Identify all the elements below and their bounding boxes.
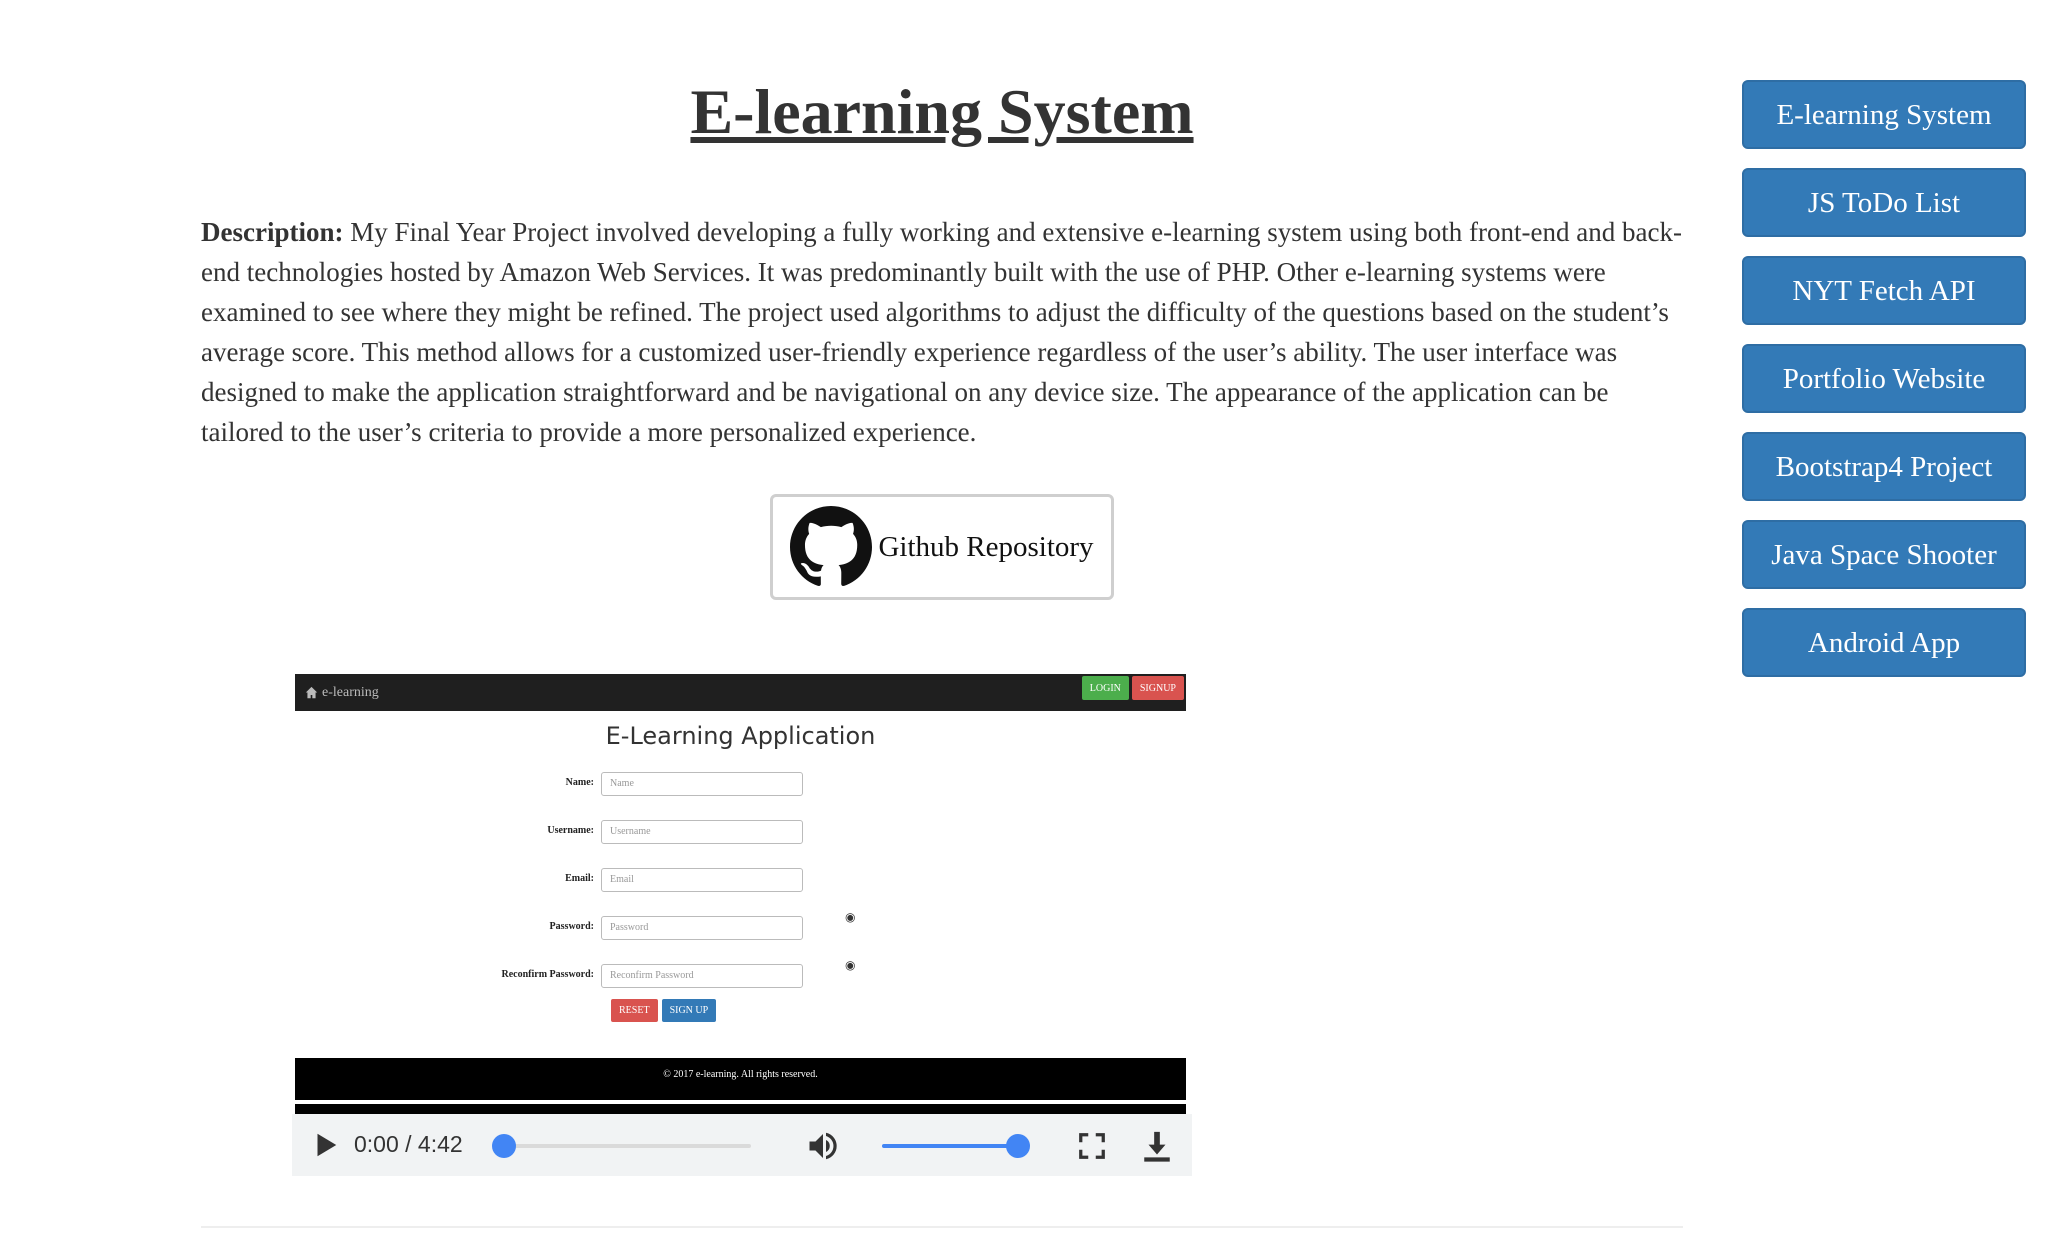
sidebar-item-android-app[interactable]: Android App <box>1742 608 2026 677</box>
form-row-reconfirm-password: Reconfirm Password: Reconfirm Password ◉ <box>295 958 1186 988</box>
github-button-label: Github Repository <box>878 530 1094 563</box>
app-title: E-Learning Application <box>605 722 876 750</box>
volume-thumb[interactable] <box>1006 1134 1030 1158</box>
app-brand-label: e-learning <box>322 684 379 700</box>
video-time: 0:00 / 4:42 <box>354 1131 463 1157</box>
eye-icon: ◉ <box>845 958 856 972</box>
form-row-name: Name: Name <box>295 772 1186 796</box>
description-label: Description: <box>201 217 344 247</box>
sidebar-item-portfolio-website[interactable]: Portfolio Website <box>1742 344 2026 413</box>
form-input-reconfirm-password: Reconfirm Password <box>601 964 803 988</box>
volume-icon[interactable] <box>804 1128 842 1164</box>
app-navbar: e-learning LOGIN SIGNUP <box>295 674 1186 711</box>
app-footer: © 2017 e-learning. All rights reserved. <box>295 1058 1186 1100</box>
video-progress-bar[interactable] <box>492 1134 751 1158</box>
sidebar-item-e-learning-system[interactable]: E-learning System <box>1742 80 2026 149</box>
sidebar-item-js-todo-list[interactable]: JS ToDo List <box>1742 168 2026 237</box>
section-divider <box>201 1226 1683 1228</box>
form-input-name: Name <box>601 772 803 796</box>
fullscreen-icon[interactable] <box>1077 1131 1107 1161</box>
form-label: Username: <box>547 825 594 836</box>
video-controls: 0:00 / 4:42 <box>292 1114 1192 1176</box>
form-input-username: Username <box>601 820 803 844</box>
github-repository-button[interactable]: Github Repository <box>770 494 1114 600</box>
github-button-wrap: Github Repository <box>201 494 1683 600</box>
page-title: E-learning System <box>690 76 1194 147</box>
play-icon[interactable] <box>310 1130 340 1160</box>
app-signup-button: SIGNUP <box>1131 676 1184 700</box>
app-brand: e-learning <box>305 685 379 701</box>
github-icon <box>790 506 873 586</box>
app-nav-buttons: LOGIN SIGNUP <box>1081 676 1184 700</box>
form-label: Password: <box>549 921 594 932</box>
form-buttons: RESET SIGN UP <box>611 999 717 1022</box>
video-frame: e-learning LOGIN SIGNUP E-Learning Appli… <box>295 674 1186 1114</box>
app-signup-submit-button: SIGN UP <box>661 999 717 1022</box>
form-input-password: Password <box>601 916 803 940</box>
form-label: Email: <box>565 873 594 884</box>
form-input-email: Email <box>601 868 803 892</box>
form-label: Reconfirm Password: <box>501 969 594 980</box>
main-content: E-learning System Description: My Final … <box>201 0 1683 600</box>
sidebar-item-bootstrap4-project[interactable]: Bootstrap4 Project <box>1742 432 2026 501</box>
volume-slider[interactable] <box>882 1134 1030 1158</box>
sidebar-item-nyt-fetch-api[interactable]: NYT Fetch API <box>1742 256 2026 325</box>
form-label: Name: <box>565 777 594 788</box>
progress-thumb[interactable] <box>492 1134 516 1158</box>
sidebar-item-java-space-shooter[interactable]: Java Space Shooter <box>1742 520 2026 589</box>
form-row-username: Username: Username <box>295 820 1186 844</box>
form-row-email: Email: Email <box>295 868 1186 892</box>
project-description: Description: My Final Year Project invol… <box>201 212 1683 452</box>
home-icon <box>305 686 318 699</box>
eye-icon: ◉ <box>845 910 856 924</box>
app-reset-button: RESET <box>611 999 658 1022</box>
download-icon[interactable] <box>1140 1128 1174 1164</box>
app-login-button: LOGIN <box>1081 676 1129 700</box>
form-row-password: Password: Password ◉ <box>295 910 1186 940</box>
project-video[interactable]: e-learning LOGIN SIGNUP E-Learning Appli… <box>292 674 1192 1176</box>
project-sidebar: E-learning System JS ToDo List NYT Fetch… <box>1742 80 2026 696</box>
description-text: My Final Year Project involved developin… <box>201 217 1682 447</box>
app-footer-bar <box>295 1104 1186 1114</box>
